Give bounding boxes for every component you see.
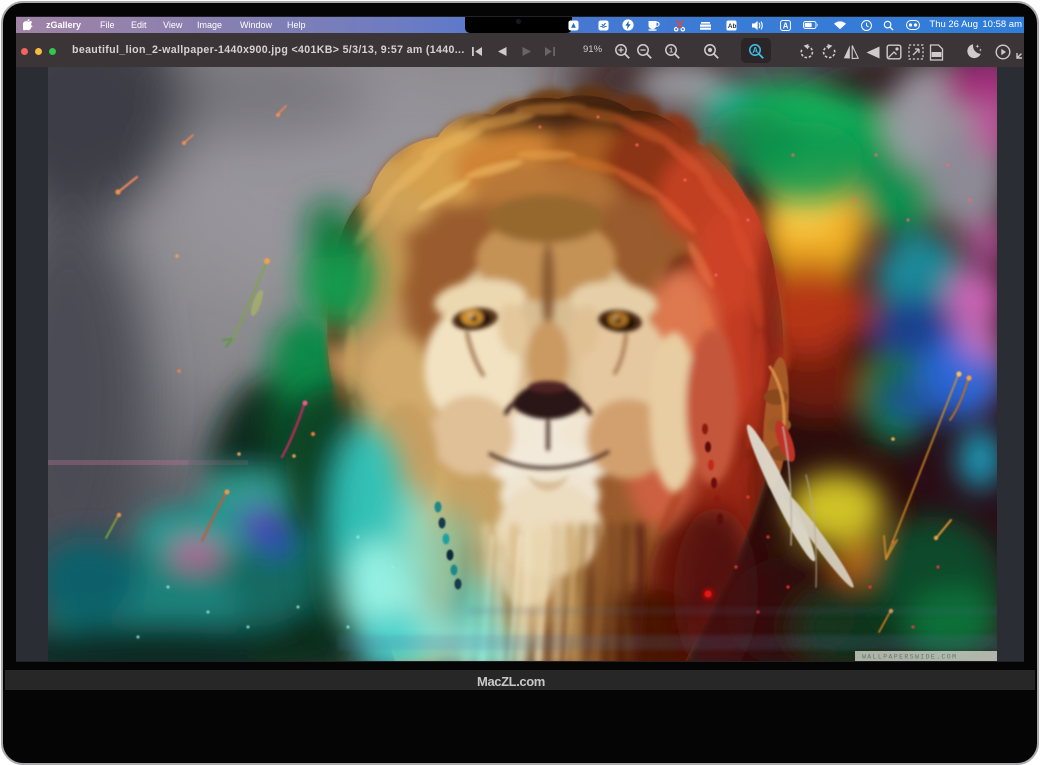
svg-text:A: A: [752, 46, 758, 55]
svg-text:Ab: Ab: [728, 22, 737, 29]
svg-text:A: A: [783, 21, 789, 30]
svg-text:1: 1: [669, 46, 673, 55]
svg-text:WALLPAPERSWIDE.COM: WALLPAPERSWIDE.COM: [862, 654, 957, 661]
